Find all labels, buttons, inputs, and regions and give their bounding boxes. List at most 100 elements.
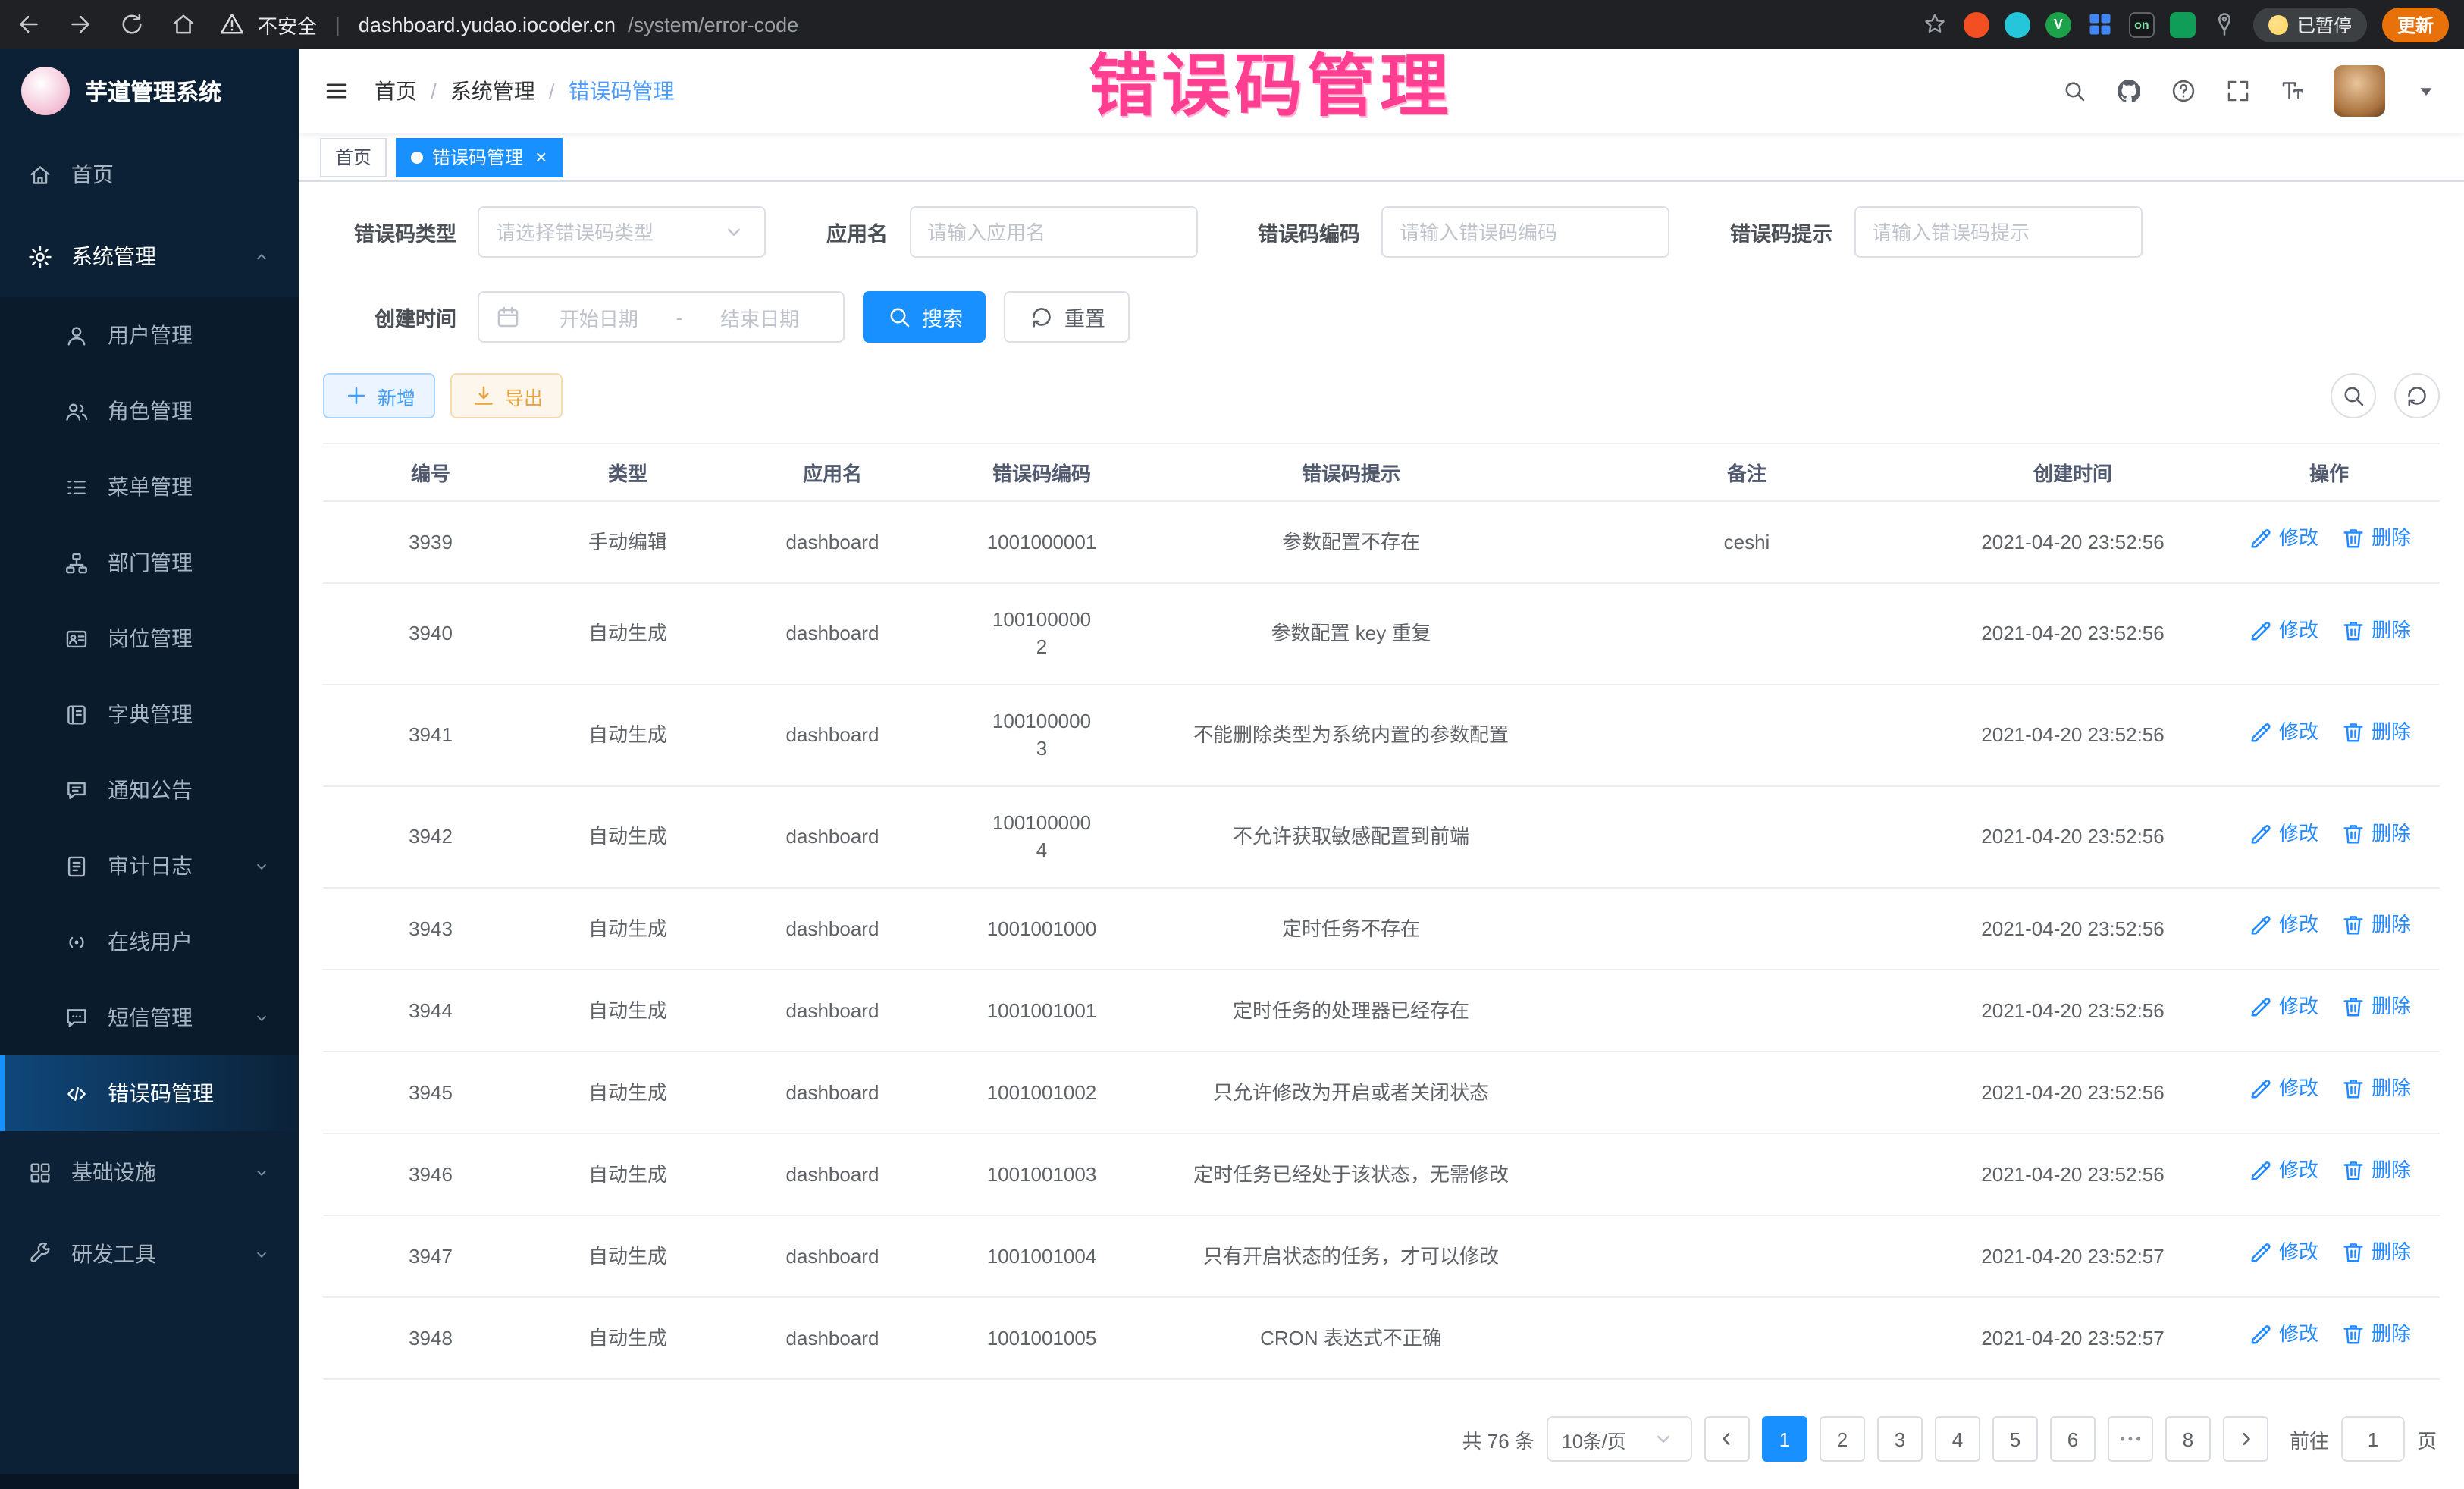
table-row: 3943自动生成dashboard1001001000定时任务不存在2021-0… (323, 888, 2440, 970)
chrome-update-button[interactable]: 更新 (2382, 7, 2449, 42)
font-size-icon[interactable] (2279, 77, 2306, 105)
sidebar-item-role[interactable]: 角色管理 (0, 373, 299, 449)
breadcrumb-home[interactable]: 首页 (375, 76, 417, 106)
delete-link[interactable]: 删除 (2340, 911, 2411, 939)
app-logo[interactable]: 芋道管理系统 (0, 49, 299, 133)
search-button[interactable]: 搜索 (863, 291, 986, 343)
sidebar-item-notice[interactable]: 通知公告 (0, 752, 299, 828)
error-type-select[interactable] (478, 206, 766, 258)
edit-link[interactable]: 修改 (2247, 993, 2318, 1020)
pager-prev-button[interactable] (1704, 1416, 1750, 1462)
sidebar-item-infra[interactable]: 基础设施 (0, 1131, 299, 1213)
edit-link[interactable]: 修改 (2247, 1239, 2318, 1266)
toggle-search-button[interactable] (2331, 373, 2376, 418)
forward-icon[interactable] (67, 11, 94, 38)
extension-icon-6[interactable] (2170, 11, 2196, 37)
sidebar-collapse-bar[interactable] (0, 1474, 299, 1489)
edit-link[interactable]: 修改 (2247, 616, 2318, 644)
user-avatar[interactable] (2334, 65, 2385, 117)
back-icon[interactable] (15, 11, 42, 38)
edit-icon (2247, 1321, 2274, 1348)
date-range-picker[interactable]: 开始日期 - 结束日期 (478, 291, 845, 343)
pager-page-3[interactable]: 3 (1877, 1416, 1923, 1462)
pager-page-8[interactable]: 8 (2165, 1416, 2211, 1462)
breadcrumb-system[interactable]: 系统管理 (450, 76, 535, 106)
pager-more-button[interactable] (2108, 1416, 2153, 1462)
sidebar-item-error-code[interactable]: 错误码管理 (0, 1055, 299, 1131)
app-name-input[interactable] (927, 221, 1179, 243)
sidebar-item-post[interactable]: 岗位管理 (0, 600, 299, 676)
delete-link[interactable]: 删除 (2340, 525, 2411, 552)
goto-page-input[interactable] (2341, 1416, 2405, 1462)
github-icon[interactable] (2115, 77, 2143, 105)
fullscreen-icon[interactable] (2224, 77, 2252, 105)
create-time-label: 创建时间 (323, 302, 456, 332)
pager-page-2[interactable]: 2 (1820, 1416, 1865, 1462)
export-button[interactable]: 导出 (450, 373, 563, 418)
tab-active-dot (411, 151, 423, 163)
delete-link[interactable]: 删除 (2340, 1321, 2411, 1348)
cell-code: 1001001001 (948, 970, 1136, 1052)
delete-link[interactable]: 删除 (2340, 1075, 2411, 1102)
reload-icon[interactable] (118, 11, 146, 38)
edit-link[interactable]: 修改 (2247, 1157, 2318, 1184)
sidebar-item-home[interactable]: 首页 (0, 133, 299, 215)
help-icon[interactable] (2170, 77, 2197, 105)
edit-link[interactable]: 修改 (2247, 1321, 2318, 1348)
refresh-table-button[interactable] (2394, 373, 2440, 418)
pager-page-4[interactable]: 4 (1935, 1416, 1980, 1462)
extension-icon-5[interactable]: on (2129, 11, 2155, 37)
delete-link[interactable]: 删除 (2340, 1157, 2411, 1184)
extension-icon-1[interactable] (1964, 11, 1989, 37)
extension-icon-2[interactable] (2005, 11, 2030, 37)
error-type-select-input[interactable] (496, 221, 720, 243)
sidebar-item-audit-log[interactable]: 审计日志 (0, 828, 299, 904)
tab-home[interactable]: 首页 (320, 137, 387, 177)
sidebar-item-system[interactable]: 系统管理 (0, 215, 299, 297)
cell-operations: 修改删除 (2218, 888, 2440, 970)
delete-link[interactable]: 删除 (2340, 718, 2411, 745)
sidebar-item-sms[interactable]: 短信管理 (0, 980, 299, 1055)
edit-link[interactable]: 修改 (2247, 911, 2318, 939)
submenu-system: 用户管理角色管理菜单管理部门管理岗位管理字典管理通知公告审计日志在线用户短信管理… (0, 297, 299, 1131)
delete-link[interactable]: 删除 (2340, 993, 2411, 1020)
extension-icon-3[interactable]: V (2045, 11, 2071, 37)
hamburger-icon[interactable] (323, 77, 350, 105)
start-date-placeholder: 开始日期 (531, 303, 667, 331)
avatar-caret-icon[interactable] (2412, 77, 2440, 105)
tab-close-icon[interactable]: × (535, 147, 547, 167)
error-msg-input[interactable] (1872, 221, 2124, 243)
add-button[interactable]: 新增 (323, 373, 435, 418)
pager-page-6[interactable]: 6 (2050, 1416, 2096, 1462)
edit-link[interactable]: 修改 (2247, 1075, 2318, 1102)
sidebar-item-dict[interactable]: 字典管理 (0, 676, 299, 752)
sidebar-item-user[interactable]: 用户管理 (0, 297, 299, 373)
sidebar-item-menu[interactable]: 菜单管理 (0, 449, 299, 525)
sidebar-item-online-user[interactable]: 在线用户 (0, 904, 299, 980)
reset-button[interactable]: 重置 (1004, 291, 1130, 343)
tab-error-code[interactable]: 错误码管理× (396, 137, 562, 177)
pager-page-5[interactable]: 5 (1992, 1416, 2038, 1462)
sidebar-item-dept[interactable]: 部门管理 (0, 525, 299, 600)
paused-badge[interactable]: 已暂停 (2253, 7, 2367, 42)
code-icon (64, 1080, 89, 1106)
delete-link[interactable]: 删除 (2340, 1239, 2411, 1266)
error-code-input[interactable] (1400, 221, 1651, 243)
sidebar-item-dev-tools[interactable]: 研发工具 (0, 1213, 299, 1295)
delete-link[interactable]: 删除 (2340, 616, 2411, 644)
extension-icon-4[interactable] (2086, 11, 2114, 38)
delete-link[interactable]: 删除 (2340, 820, 2411, 847)
search-icon[interactable] (2061, 77, 2088, 105)
browser-home-icon[interactable] (170, 11, 197, 38)
extension-pin-icon[interactable] (2211, 11, 2238, 38)
cell-created: 2021-04-20 23:52:56 (1927, 888, 2218, 970)
edit-link[interactable]: 修改 (2247, 525, 2318, 552)
edit-link[interactable]: 修改 (2247, 718, 2318, 745)
page-size-select[interactable]: 10条/页 (1547, 1416, 1692, 1462)
omnibox-divider: | (335, 13, 340, 36)
address-bar[interactable]: 不安全 | dashboard.yudao.iocoder.cn/system/… (218, 10, 1921, 39)
pager-next-button[interactable] (2223, 1416, 2268, 1462)
bookmark-star-icon[interactable] (1921, 11, 1948, 38)
edit-link[interactable]: 修改 (2247, 820, 2318, 847)
pager-page-1[interactable]: 1 (1762, 1416, 1807, 1462)
